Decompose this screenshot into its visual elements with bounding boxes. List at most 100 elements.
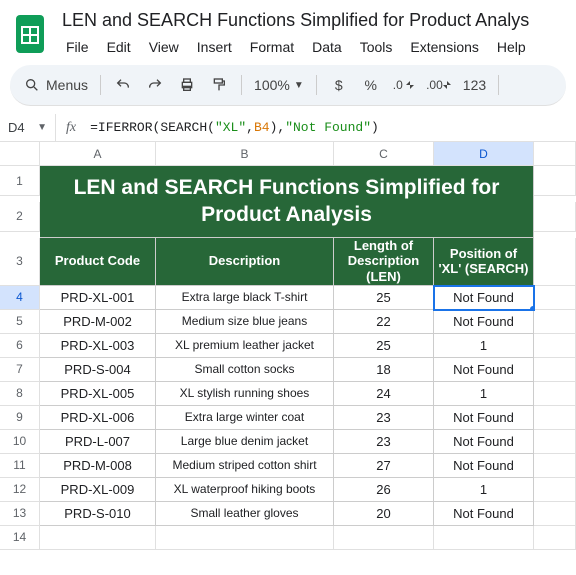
cell-code[interactable]: PRD-M-002 [40,310,156,334]
empty-cell[interactable] [534,202,576,232]
cell-len[interactable]: 27 [334,454,434,478]
cell-pos[interactable]: Not Found [434,454,534,478]
cell-pos[interactable]: Not Found [434,502,534,526]
cell-len[interactable]: 25 [334,286,434,310]
increase-decimal-button[interactable]: .00 [422,71,455,99]
cell-pos[interactable]: Not Found [434,430,534,454]
row-head-3[interactable]: 3 [0,238,40,286]
cell-desc[interactable]: Extra large winter coat [156,406,334,430]
cell-code[interactable]: PRD-XL-003 [40,334,156,358]
cell-pos[interactable]: Not Found [434,310,534,334]
col-head-C[interactable]: C [334,142,434,166]
doc-title[interactable]: LEN and SEARCH Functions Simplified for … [58,8,564,33]
selection-handle[interactable] [530,306,534,310]
cell-len[interactable]: 23 [334,406,434,430]
empty-cell[interactable] [534,526,576,550]
col-head-A[interactable]: A [40,142,156,166]
name-box[interactable]: D4 ▼ [0,114,56,141]
col-head-D[interactable]: D [434,142,534,166]
cell-len[interactable]: 20 [334,502,434,526]
header-cell[interactable]: Product Code [40,238,156,286]
empty-cell[interactable] [534,334,576,358]
cell-code[interactable]: PRD-L-007 [40,430,156,454]
col-head-e[interactable] [534,142,576,166]
print-button[interactable] [173,71,201,99]
empty-data-cell[interactable] [334,526,434,550]
cell-len[interactable]: 23 [334,430,434,454]
row-head-2[interactable]: 2 [0,202,40,232]
empty-cell[interactable] [534,478,576,502]
menu-insert[interactable]: Insert [189,35,240,59]
formula-bar[interactable]: =IFERROR(SEARCH("XL",B4),"Not Found") [86,120,576,135]
header-cell[interactable]: Position of 'XL' (SEARCH) [434,238,534,286]
menu-extensions[interactable]: Extensions [402,35,486,59]
undo-button[interactable] [109,71,137,99]
row-head-6[interactable]: 6 [0,334,40,358]
select-all-corner[interactable] [0,142,40,166]
menu-help[interactable]: Help [489,35,534,59]
empty-data-cell[interactable] [40,526,156,550]
empty-cell[interactable] [534,310,576,334]
currency-button[interactable]: $ [325,71,353,99]
cell-code[interactable]: PRD-XL-001 [40,286,156,310]
header-cell[interactable]: Length of Description (LEN) [334,238,434,286]
search-menus-button[interactable]: Menus [20,71,92,99]
row-head-5[interactable]: 5 [0,310,40,334]
row-head-7[interactable]: 7 [0,358,40,382]
empty-data-cell[interactable] [434,526,534,550]
decrease-decimal-button[interactable]: .0 [389,71,418,99]
cell-code[interactable]: PRD-S-010 [40,502,156,526]
empty-data-cell[interactable] [156,526,334,550]
row-head-14[interactable]: 14 [0,526,40,550]
cell-pos[interactable]: 1 [434,478,534,502]
cell-len[interactable]: 26 [334,478,434,502]
cell-desc[interactable]: Small leather gloves [156,502,334,526]
row-head-4[interactable]: 4 [0,286,40,310]
row-head-11[interactable]: 11 [0,454,40,478]
cell-len[interactable]: 18 [334,358,434,382]
empty-cell[interactable] [534,502,576,526]
cell-code[interactable]: PRD-S-004 [40,358,156,382]
percent-button[interactable]: % [357,71,385,99]
header-cell[interactable]: Description [156,238,334,286]
paint-format-button[interactable] [205,71,233,99]
cell-desc[interactable]: XL stylish running shoes [156,382,334,406]
menu-data[interactable]: Data [304,35,350,59]
cell-len[interactable]: 24 [334,382,434,406]
cell-desc[interactable]: Extra large black T-shirt [156,286,334,310]
empty-cell[interactable] [534,430,576,454]
cell-desc[interactable]: Large blue denim jacket [156,430,334,454]
cell-pos[interactable]: 1 [434,334,534,358]
cell-code[interactable]: PRD-M-008 [40,454,156,478]
empty-cell[interactable] [534,358,576,382]
cell-len[interactable]: 22 [334,310,434,334]
cell-code[interactable]: PRD-XL-009 [40,478,156,502]
cell-desc[interactable]: Medium size blue jeans [156,310,334,334]
empty-cell[interactable] [534,166,576,196]
cell-desc[interactable]: Medium striped cotton shirt [156,454,334,478]
empty-cell[interactable] [534,454,576,478]
cell-desc[interactable]: Small cotton socks [156,358,334,382]
cell-len[interactable]: 25 [334,334,434,358]
cell-pos[interactable]: Not Found [434,406,534,430]
row-head-8[interactable]: 8 [0,382,40,406]
zoom-dropdown[interactable]: 100%▼ [250,71,308,99]
cell-pos[interactable]: Not Found [434,358,534,382]
empty-cell[interactable] [534,286,576,310]
cell-code[interactable]: PRD-XL-006 [40,406,156,430]
more-formats-button[interactable]: 123 [459,71,490,99]
cell-pos[interactable]: Not Found [434,286,534,310]
empty-cell[interactable] [534,406,576,430]
menu-view[interactable]: View [141,35,187,59]
cell-desc[interactable]: XL waterproof hiking boots [156,478,334,502]
row-head-12[interactable]: 12 [0,478,40,502]
row-head-13[interactable]: 13 [0,502,40,526]
row-head-10[interactable]: 10 [0,430,40,454]
cell-pos[interactable]: 1 [434,382,534,406]
row-head-9[interactable]: 9 [0,406,40,430]
menu-file[interactable]: File [58,35,97,59]
cell-desc[interactable]: XL premium leather jacket [156,334,334,358]
menu-format[interactable]: Format [242,35,302,59]
row-head-1[interactable]: 1 [0,166,40,196]
cell-code[interactable]: PRD-XL-005 [40,382,156,406]
